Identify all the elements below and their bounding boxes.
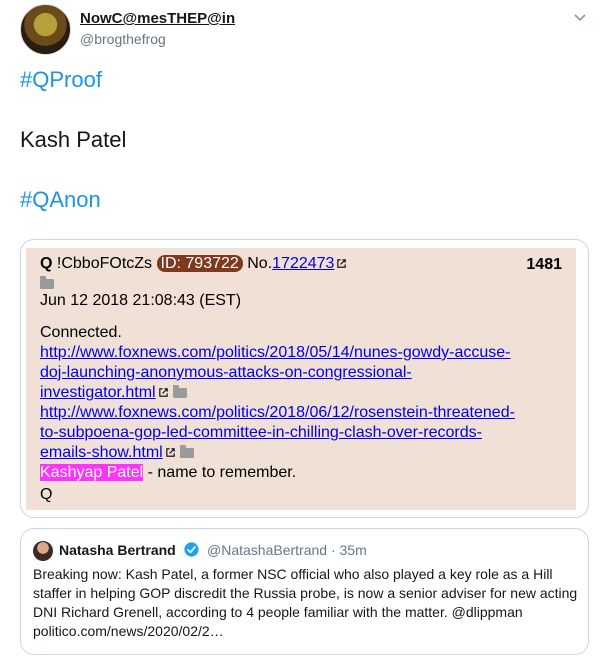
- qpost-link-2: to-subpoena-gop-led-committee-in-chillin…: [40, 424, 482, 441]
- qpost-number: 1481: [526, 256, 562, 273]
- quoted-handle-time[interactable]: @NatashaBertrand · 35m: [207, 542, 367, 558]
- quoted-tweet[interactable]: Natasha Bertrand @NatashaBertrand · 35m …: [20, 528, 589, 655]
- qpost-body-line: Connected.: [40, 324, 122, 341]
- hashtag-qproof[interactable]: #QProof: [20, 66, 102, 94]
- qpost-name: Q: [40, 255, 53, 272]
- author-handle[interactable]: @brogthefrog: [80, 31, 166, 47]
- folder-icon: [172, 384, 187, 398]
- qpost-screenshot: Q !CbboFOtcZs ID: 793722 No.1722473 1481…: [26, 248, 576, 510]
- avatar[interactable]: [33, 541, 53, 561]
- author-display-name[interactable]: NowC@mesTHEP@in: [80, 10, 235, 27]
- hashtag-qanon[interactable]: #QAnon: [20, 186, 101, 214]
- external-link-icon: [165, 448, 175, 457]
- qpost-signature: Q: [40, 486, 53, 503]
- external-link-icon: [337, 259, 347, 268]
- highlight-suffix: - name to remember.: [143, 464, 297, 481]
- qpost-link-2: http://www.foxnews.com/politics/2018/06/…: [40, 404, 515, 421]
- attached-image[interactable]: Q !CbboFOtcZs ID: 793722 No.1722473 1481…: [20, 239, 589, 518]
- qpost-highlight-line: Kashyap Patel - name to remember.: [40, 463, 296, 483]
- qpost-link-2: emails-show.html: [40, 444, 163, 461]
- qpost-no-link: 1722473: [272, 255, 335, 272]
- qpost-header: Q !CbboFOtcZs ID: 793722 No.1722473: [40, 254, 347, 274]
- qpost-date: Jun 12 2018 21:08:43 (EST): [40, 292, 242, 309]
- qpost-link-2-end: emails-show.html: [40, 443, 194, 463]
- folder-icon: [40, 275, 54, 289]
- qpost-tripcode: !CbboFOtcZs: [56, 255, 153, 272]
- verified-badge-icon: [184, 542, 199, 557]
- highlighted-name: Kashyap Patel: [40, 464, 144, 481]
- qpost-link-1: http://www.foxnews.com/politics/2018/05/…: [40, 344, 511, 361]
- avatar[interactable]: [20, 4, 71, 55]
- qpost-link-1: doj-launching-anonymous-attacks-on-congr…: [40, 364, 412, 381]
- quoted-tweet-text: Breaking now: Kash Patel, a former NSC o…: [33, 566, 578, 639]
- qpost-link-1-end: investigator.html: [40, 383, 187, 403]
- chevron-down-icon[interactable]: [572, 10, 588, 26]
- qpost-link-1: investigator.html: [40, 384, 156, 401]
- folder-icon: [179, 444, 194, 458]
- qpost-no-label: No.: [247, 255, 273, 272]
- external-link-icon: [158, 388, 168, 397]
- tweet-text: Kash Patel: [20, 127, 127, 152]
- qpost-id-badge: ID: 793722: [156, 255, 243, 272]
- quoted-author-name[interactable]: Natasha Bertrand: [59, 542, 176, 558]
